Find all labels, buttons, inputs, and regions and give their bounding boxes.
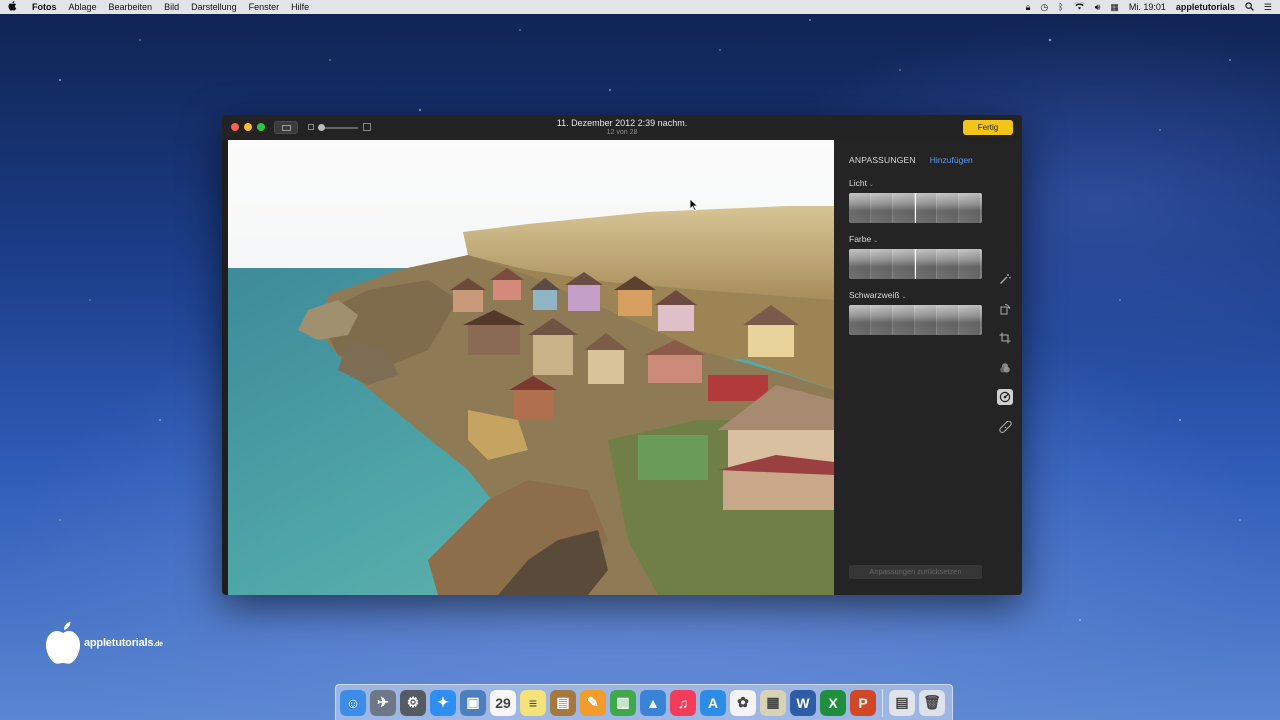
chevron-down-icon: ⌄ — [873, 238, 879, 244]
coastal-village-photo — [228, 140, 834, 595]
rotate-icon[interactable] — [997, 301, 1013, 317]
tab-adjustments[interactable]: ANPASSUNGEN — [849, 155, 916, 165]
menu-darstellung[interactable]: Darstellung — [191, 2, 237, 12]
logo-text-suffix: .de — [153, 641, 163, 648]
menu-user[interactable]: appletutorials — [1176, 2, 1235, 12]
image-capture-icon[interactable]: ▦ — [760, 689, 786, 716]
reset-adjustments-button[interactable]: Anpassungen zurücksetzen — [849, 565, 982, 579]
pages-icon[interactable]: ✎ — [580, 689, 606, 716]
dock-separator — [882, 688, 883, 717]
calendar-icon[interactable]: 29 — [490, 689, 516, 716]
menu-ablage[interactable]: Ablage — [69, 2, 97, 12]
word-icon[interactable]: W — [790, 689, 816, 716]
magic-wand-icon[interactable] — [997, 271, 1013, 287]
menu-hilfe[interactable]: Hilfe — [291, 2, 309, 12]
keynote-icon[interactable]: ▲ — [640, 689, 666, 716]
section-color-label[interactable]: Farbe ⌄ — [849, 234, 878, 244]
powerpoint-icon[interactable]: P — [850, 689, 876, 716]
documents-icon[interactable]: ▤ — [889, 689, 915, 716]
apple-menu-icon[interactable] — [8, 0, 22, 14]
logo-text-main: appletutorials — [84, 637, 154, 649]
menu-clock[interactable]: Mi. 19:01 — [1129, 2, 1166, 12]
system-preferences-icon[interactable]: ⚙ — [400, 689, 426, 716]
section-bw-text: Schwarzweiß — [849, 290, 900, 300]
menu-fotos[interactable]: Fotos — [32, 2, 57, 12]
input-menu-icon[interactable]: ▦ — [1110, 2, 1119, 13]
retouch-icon[interactable] — [997, 419, 1013, 435]
mouse-cursor-icon — [689, 198, 699, 212]
chevron-down-icon: ⌄ — [868, 182, 874, 188]
light-filmstrip[interactable] — [849, 193, 982, 223]
photos-window: 11. Dezember 2012 2:39 nachm. 12 von 28 … — [222, 115, 1022, 595]
chevron-down-icon: ⌄ — [901, 294, 907, 300]
section-bw-label[interactable]: Schwarzweiß ⌄ — [849, 290, 907, 300]
section-light-text: Licht — [849, 178, 867, 188]
notes-icon[interactable]: ≡ — [520, 689, 546, 716]
adjustments-panel: ANPASSUNGEN Hinzufügen Licht ⌄ Farbe ⌄ Sch… — [834, 140, 1022, 595]
safari-icon[interactable]: ✦ — [430, 689, 456, 716]
menu-bar: Fotos Ablage Bearbeiten Bild Darstellung… — [0, 0, 1280, 14]
app-store-icon[interactable]: A — [700, 689, 726, 716]
launchpad-icon[interactable]: ✈ — [370, 689, 396, 716]
done-button[interactable]: Fertig — [963, 120, 1013, 135]
numbers-icon[interactable]: ▥ — [610, 689, 636, 716]
color-slider-marker[interactable] — [915, 249, 916, 279]
bw-filmstrip[interactable] — [849, 305, 982, 335]
title-bar: 11. Dezember 2012 2:39 nachm. 12 von 28 … — [222, 115, 1022, 140]
tab-add[interactable]: Hinzufügen — [930, 155, 973, 165]
notification-center-icon[interactable]: ☰ — [1264, 2, 1272, 13]
excel-icon[interactable]: X — [820, 689, 846, 716]
volume-icon[interactable]: 🔊︎ — [1095, 2, 1101, 13]
dock: ☺ ✈ ⚙ ✦ ▣ 29 ≡ ▤ ✎ ▥ ▲ ♫ A ✿ ▦ W X P ▤ 🗑 — [335, 684, 953, 720]
adjust-icon[interactable] — [997, 389, 1013, 405]
photo-date-title: 11. Dezember 2012 2:39 nachm. — [556, 118, 688, 128]
menu-bild[interactable]: Bild — [164, 2, 179, 12]
menu-bearbeiten[interactable]: Bearbeiten — [109, 2, 153, 12]
section-light-label[interactable]: Licht ⌄ — [849, 178, 874, 188]
photos-icon[interactable]: ✿ — [730, 689, 756, 716]
time-machine-icon[interactable]: ◷ — [1040, 2, 1048, 13]
photo-canvas[interactable] — [228, 140, 834, 595]
bluetooth-icon[interactable]: ᛒ — [1058, 2, 1063, 12]
appletutorials-logo: appletutorials.de — [44, 621, 163, 665]
lock-icon[interactable]: 🔒︎ — [1026, 2, 1031, 13]
light-slider-marker[interactable] — [915, 193, 916, 223]
trash-icon[interactable]: 🗑 — [919, 689, 945, 716]
crop-icon[interactable] — [997, 330, 1013, 346]
finder-icon[interactable]: ☺ — [340, 689, 366, 716]
itunes-icon[interactable]: ♫ — [670, 689, 696, 716]
notebook-icon[interactable]: ▤ — [550, 689, 576, 716]
logo-apple-icon — [44, 621, 82, 665]
section-color-text: Farbe — [849, 234, 872, 244]
photo-position: 12 von 28 — [606, 129, 638, 136]
wifi-icon[interactable] — [1073, 1, 1085, 12]
color-filmstrip[interactable] — [849, 249, 982, 279]
panel-tabs: ANPASSUNGEN Hinzufügen — [849, 155, 973, 165]
logo-text: appletutorials.de — [84, 637, 163, 649]
spotlight-icon[interactable] — [1245, 1, 1254, 13]
menu-fenster[interactable]: Fenster — [249, 2, 280, 12]
filters-icon[interactable] — [997, 360, 1013, 376]
preview-icon[interactable]: ▣ — [460, 689, 486, 716]
